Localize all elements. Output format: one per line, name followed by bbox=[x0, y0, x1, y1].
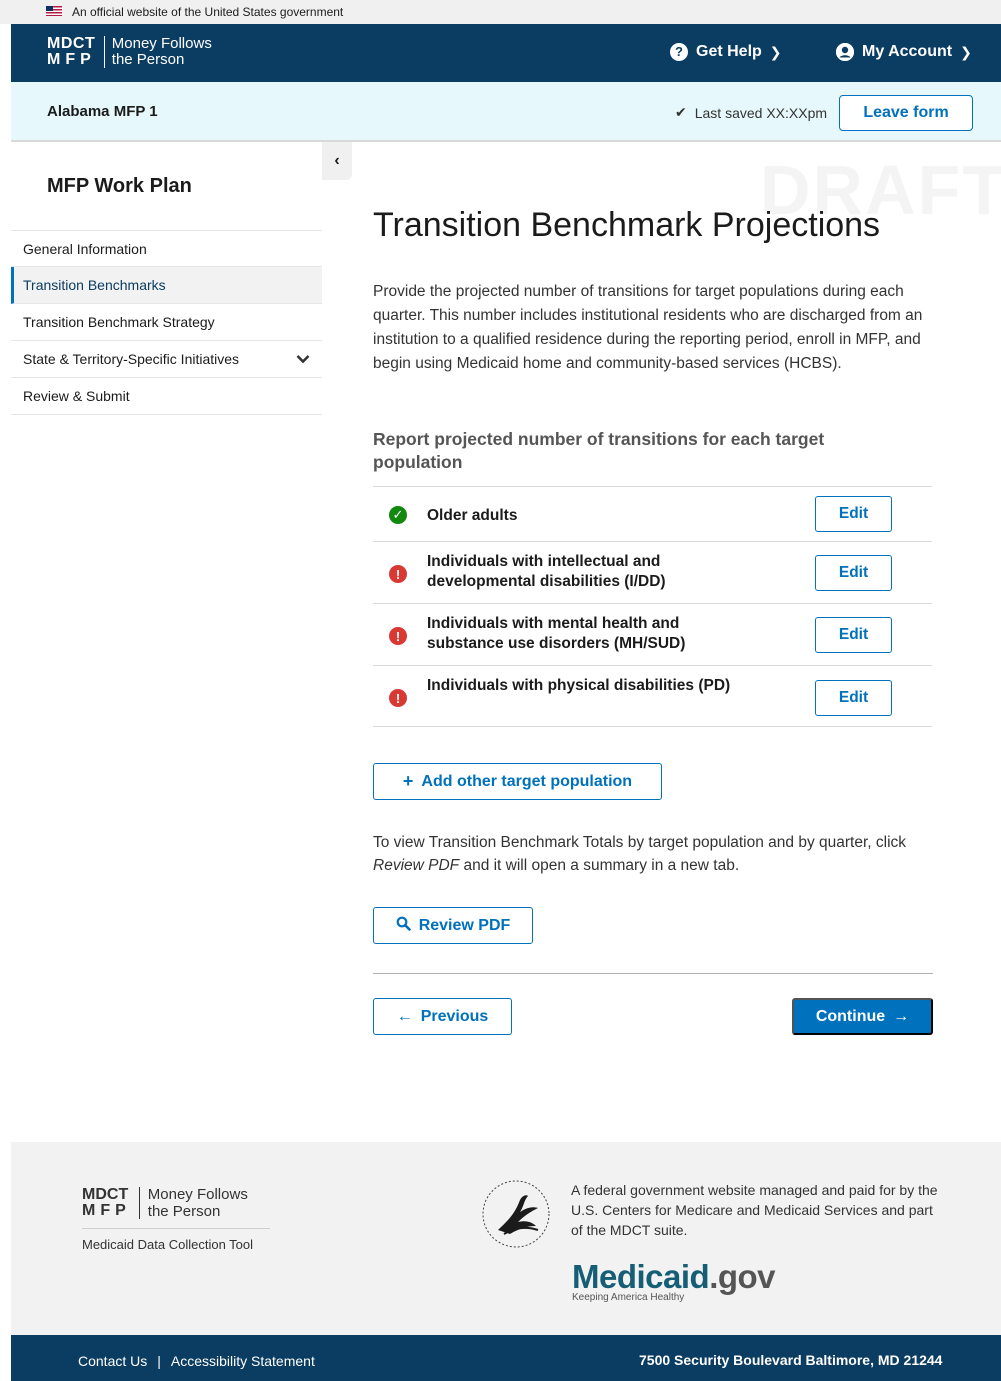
site-header: MDCT MFP Money Follows the Person ? Get … bbox=[11, 24, 1001, 82]
list-item: ✓ Older adults Edit bbox=[373, 486, 932, 541]
edit-button[interactable]: Edit bbox=[815, 496, 892, 532]
population-label: Individuals with intellectual and develo… bbox=[427, 553, 666, 590]
add-target-population-button[interactable]: + Add other target population bbox=[373, 763, 662, 800]
footer-address: 7500 Security Boulevard Baltimore, MD 21… bbox=[639, 1352, 943, 1368]
search-icon bbox=[396, 916, 411, 936]
edit-button[interactable]: Edit bbox=[815, 555, 892, 591]
report-name: Alabama MFP 1 bbox=[47, 103, 158, 120]
sidebar-item-review-submit[interactable]: Review & Submit bbox=[11, 378, 322, 415]
sidebar-item-label: General Information bbox=[23, 240, 147, 257]
last-saved-text: Last saved XX:XXpm bbox=[694, 104, 828, 121]
footer-bottom-bar: Contact Us | Accessibility Statement 750… bbox=[11, 1335, 1001, 1381]
mdct-mfp-logo[interactable]: MDCT MFP Money Follows the Person bbox=[47, 36, 212, 68]
last-saved-status: ✔ Last saved XX:XXpm bbox=[675, 104, 827, 121]
sidebar-item-general-information[interactable]: General Information bbox=[11, 230, 322, 267]
footer-links: Contact Us | Accessibility Statement bbox=[78, 1353, 315, 1369]
sidebar-item-label: Transition Benchmarks bbox=[23, 277, 166, 293]
accessibility-statement-link[interactable]: Accessibility Statement bbox=[171, 1353, 315, 1369]
chevron-down-icon: ❯ bbox=[960, 44, 972, 60]
review-pdf-button[interactable]: Review PDF bbox=[373, 907, 533, 944]
sidebar-collapse-button[interactable]: ‹ bbox=[322, 142, 352, 180]
review-pdf-instructions: To view Transition Benchmark Totals by t… bbox=[373, 834, 907, 874]
list-item: ! Individuals with intellectual and deve… bbox=[373, 541, 932, 603]
my-account-menu[interactable]: My Account ❯ bbox=[836, 42, 972, 62]
section-title: Report projected number of transitions f… bbox=[373, 429, 825, 472]
continue-button[interactable]: Continue → bbox=[792, 998, 933, 1035]
footer-tool-name: Medicaid Data Collection Tool bbox=[82, 1237, 254, 1252]
edit-button[interactable]: Edit bbox=[815, 680, 892, 716]
sidebar-item-label: Review & Submit bbox=[23, 388, 130, 404]
sidebar-item-state-territory-initiatives[interactable]: State & Territory-Specific Initiatives bbox=[11, 341, 322, 378]
add-button-label: Add other target population bbox=[421, 772, 633, 790]
us-flag-icon bbox=[46, 6, 62, 16]
link-separator: | bbox=[157, 1353, 161, 1369]
continue-label: Continue bbox=[815, 1007, 886, 1025]
site-footer: MDCT MFP Money Follows the Person Medica… bbox=[11, 1142, 1001, 1335]
hhs-seal-icon bbox=[480, 1178, 560, 1250]
get-help-menu[interactable]: ? Get Help ❯ bbox=[670, 42, 782, 62]
page-edge bbox=[0, 24, 11, 1381]
population-label: Individuals with mental health and subst… bbox=[427, 615, 686, 652]
footer-managed-text: A federal government website managed and… bbox=[571, 1182, 938, 1238]
page-title: Transition Benchmark Projections bbox=[373, 206, 881, 244]
gov-banner: An official website of the United States… bbox=[0, 0, 1001, 24]
sidebar-item-transition-benchmarks[interactable]: Transition Benchmarks bbox=[11, 267, 322, 304]
footer-logo-divider bbox=[82, 1228, 270, 1229]
chevron-down-icon[interactable] bbox=[296, 352, 310, 367]
footer-logo: MDCT MFP Money Follows the Person bbox=[82, 1186, 248, 1220]
previous-button[interactable]: ← Previous bbox=[373, 998, 512, 1035]
sidebar: MFP Work Plan General Information Transi… bbox=[11, 142, 322, 1142]
question-icon: ? bbox=[670, 43, 688, 61]
arrow-left-icon: ← bbox=[396, 1007, 413, 1025]
leave-form-button[interactable]: Leave form bbox=[839, 95, 973, 131]
population-label: Individuals with physical disabilities (… bbox=[427, 677, 731, 694]
page-intro: Provide the projected number of transiti… bbox=[373, 283, 923, 372]
sidebar-item-transition-benchmark-strategy[interactable]: Transition Benchmark Strategy bbox=[11, 304, 322, 341]
my-account-label: My Account bbox=[862, 43, 953, 60]
divider bbox=[373, 973, 933, 974]
get-help-label: Get Help bbox=[696, 43, 762, 60]
arrow-right-icon: → bbox=[893, 1007, 910, 1025]
target-population-list: ✓ Older adults Edit ! Individuals with i… bbox=[373, 486, 932, 727]
error-icon: ! bbox=[389, 627, 407, 645]
sidebar-nav: General Information Transition Benchmark… bbox=[11, 230, 322, 415]
gov-banner-text: An official website of the United States… bbox=[72, 5, 344, 19]
check-icon: ✔ bbox=[675, 104, 687, 120]
previous-label: Previous bbox=[420, 1007, 489, 1025]
logo-name: Money Follows the Person bbox=[111, 35, 212, 68]
logo-mark: MDCT MFP bbox=[47, 35, 96, 68]
plus-icon: + bbox=[402, 771, 414, 791]
chevron-down-icon: ❯ bbox=[769, 44, 782, 60]
population-label: Older adults bbox=[427, 507, 518, 524]
edit-button[interactable]: Edit bbox=[815, 617, 892, 653]
user-icon bbox=[836, 43, 854, 61]
contact-us-link[interactable]: Contact Us bbox=[78, 1353, 147, 1369]
error-icon: ! bbox=[389, 565, 407, 583]
logo-divider bbox=[103, 36, 105, 68]
list-item: ! Individuals with physical disabilities… bbox=[373, 665, 932, 727]
list-item: ! Individuals with mental health and sub… bbox=[373, 603, 932, 665]
check-circle-icon: ✓ bbox=[389, 506, 407, 524]
review-pdf-label: Review PDF bbox=[418, 916, 511, 934]
sidebar-item-label: Transition Benchmark Strategy bbox=[23, 314, 215, 330]
report-subheader: Alabama MFP 1 ✔ Last saved XX:XXpm Leave… bbox=[11, 82, 1001, 142]
error-icon: ! bbox=[389, 689, 407, 707]
chevron-left-icon: ‹ bbox=[334, 152, 340, 169]
sidebar-title: MFP Work Plan bbox=[47, 175, 192, 197]
medicaid-gov-logo[interactable]: Medicaid.gov Keeping America Healthy bbox=[572, 1260, 776, 1304]
sidebar-item-label: State & Territory-Specific Initiatives bbox=[23, 351, 240, 367]
